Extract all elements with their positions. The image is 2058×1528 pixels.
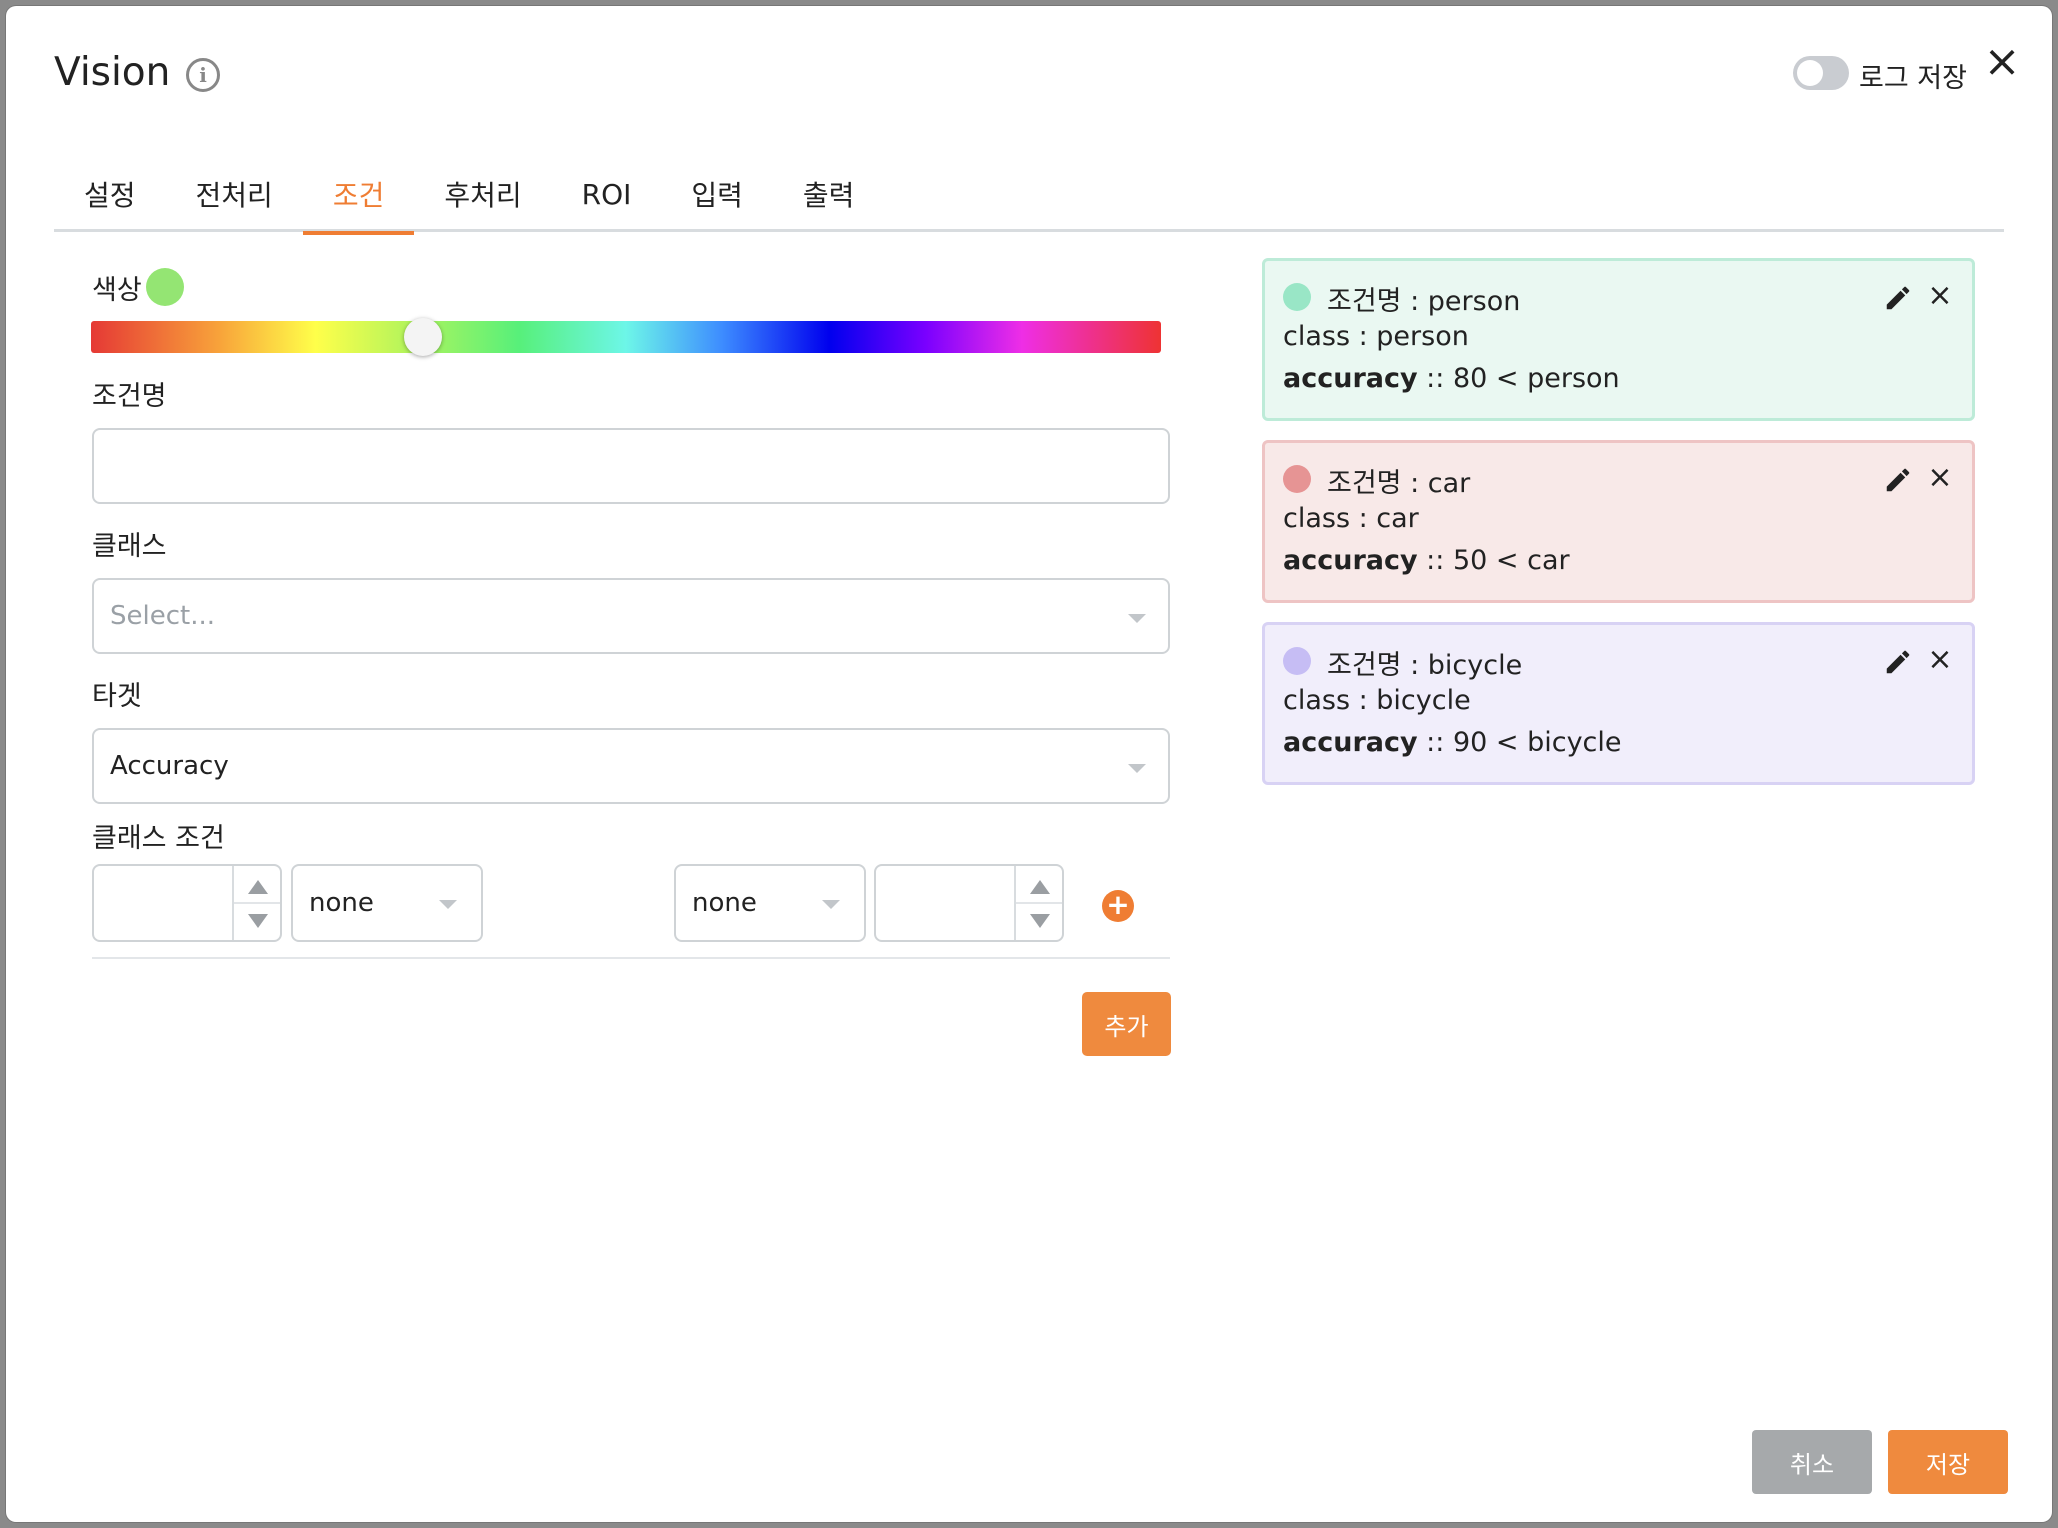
add-button[interactable]: 추가 — [1082, 992, 1171, 1056]
stepper-spin — [1014, 866, 1062, 940]
stepper-up-icon[interactable] — [1030, 880, 1050, 894]
save-button[interactable]: 저장 — [1888, 1430, 2008, 1494]
color-swatch — [146, 268, 184, 306]
hue-slider-handle[interactable] — [403, 318, 442, 356]
color-label: 색상 — [92, 275, 142, 306]
tab-input[interactable]: 입력 — [661, 156, 773, 232]
right-operator-select[interactable]: none — [674, 864, 866, 942]
chevron-down-icon — [1128, 764, 1146, 773]
info-icon[interactable]: i — [186, 58, 220, 92]
stepper-divider — [1016, 902, 1062, 904]
tab-preprocessing[interactable]: 전처리 — [166, 156, 303, 232]
condition-card-title: 조건명 : bicycle — [1327, 650, 1523, 681]
condition-color-dot — [1283, 647, 1311, 675]
pencil-icon[interactable] — [1883, 283, 1913, 313]
condition-card-accuracy: accuracy :: 80 < person — [1283, 363, 1620, 394]
divider — [92, 957, 1170, 959]
accuracy-rule: :: 50 < car — [1417, 545, 1570, 576]
condition-card-class: class : bicycle — [1283, 685, 1471, 716]
log-save-label: 로그 저장 — [1859, 63, 1967, 94]
right-operator-value: none — [692, 888, 757, 918]
stepper-up-icon[interactable] — [248, 880, 268, 894]
condition-name-label: 조건명 — [92, 381, 167, 412]
condition-card: 조건명 : person class : person accuracy :: … — [1262, 258, 1975, 421]
right-number-stepper[interactable] — [874, 864, 1064, 942]
log-save-toggle[interactable] — [1793, 56, 1849, 90]
pencil-icon[interactable] — [1883, 465, 1913, 495]
class-label: 클래스 — [92, 531, 167, 562]
tab-postprocessing[interactable]: 후처리 — [414, 156, 551, 232]
stepper-down-icon[interactable] — [1030, 914, 1050, 928]
accuracy-key: accuracy — [1283, 363, 1418, 394]
cancel-button[interactable]: 취소 — [1752, 1430, 1872, 1494]
target-label: 타겟 — [92, 681, 142, 712]
condition-card-accuracy: accuracy :: 50 < car — [1283, 545, 1570, 576]
condition-card-class: class : person — [1283, 321, 1469, 352]
tab-output[interactable]: 출력 — [773, 156, 885, 232]
accuracy-rule: :: 90 < bicycle — [1417, 727, 1622, 758]
tab-roi[interactable]: ROI — [552, 156, 662, 232]
class-select[interactable]: Select... — [92, 578, 1170, 654]
close-icon[interactable]: × — [1982, 40, 2022, 84]
dialog-title: Vision — [54, 50, 171, 95]
accuracy-key: accuracy — [1283, 727, 1418, 758]
toggle-knob — [1797, 60, 1823, 86]
delete-icon[interactable]: × — [1925, 645, 1955, 675]
pencil-icon[interactable] — [1883, 647, 1913, 677]
left-number-stepper[interactable] — [92, 864, 282, 942]
left-operator-value: none — [309, 888, 374, 918]
stepper-divider — [234, 902, 280, 904]
class-select-placeholder: Select... — [110, 601, 216, 631]
condition-card-class: class : car — [1283, 503, 1419, 534]
chevron-down-icon — [822, 900, 840, 909]
accuracy-rule: :: 80 < person — [1417, 363, 1620, 394]
condition-name-input[interactable] — [92, 428, 1170, 504]
delete-icon[interactable]: × — [1925, 281, 1955, 311]
stepper-spin — [232, 866, 280, 940]
condition-card-title: 조건명 : person — [1327, 286, 1521, 317]
hue-slider-track[interactable] — [91, 321, 1161, 353]
condition-color-dot — [1283, 283, 1311, 311]
class-condition-label: 클래스 조건 — [92, 823, 225, 854]
tab-settings[interactable]: 설정 — [54, 156, 166, 232]
condition-card: 조건명 : car class : car accuracy :: 50 < c… — [1262, 440, 1975, 603]
tab-conditions[interactable]: 조건 — [302, 156, 415, 235]
target-select[interactable]: Accuracy — [92, 728, 1170, 804]
chevron-down-icon — [1128, 614, 1146, 623]
target-select-value: Accuracy — [110, 751, 229, 781]
tab-bar: 설정 전처리 조건 후처리 ROI 입력 출력 — [54, 156, 2004, 235]
chevron-down-icon — [439, 900, 457, 909]
left-operator-select[interactable]: none — [291, 864, 483, 942]
add-condition-row-icon[interactable]: + — [1102, 890, 1134, 922]
condition-card-title: 조건명 : car — [1327, 468, 1471, 499]
stepper-down-icon[interactable] — [248, 914, 268, 928]
vision-dialog: Vision i 로그 저장 × 설정 전처리 조건 후처리 ROI 입력 출력… — [6, 6, 2052, 1522]
delete-icon[interactable]: × — [1925, 463, 1955, 493]
condition-card: 조건명 : bicycle class : bicycle accuracy :… — [1262, 622, 1975, 785]
condition-color-dot — [1283, 465, 1311, 493]
condition-card-accuracy: accuracy :: 90 < bicycle — [1283, 727, 1622, 758]
accuracy-key: accuracy — [1283, 545, 1418, 576]
